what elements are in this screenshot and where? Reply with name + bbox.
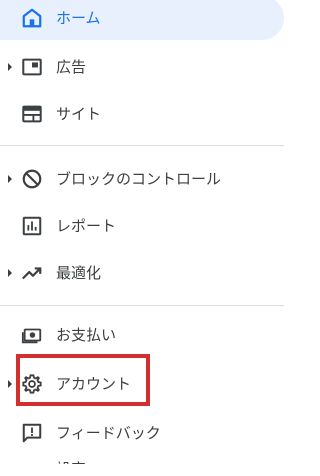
sidebar-item-settings-partial[interactable]: 設定 [56, 452, 86, 464]
sidebar-item-blocking[interactable]: ブロックのコントロール [0, 157, 284, 201]
sidebar-item-label: レポート [56, 217, 117, 236]
sidebar-item-label: 広告 [56, 58, 87, 77]
home-icon [21, 7, 43, 29]
sidebar-item-label: ホーム [56, 9, 101, 28]
block-icon [21, 168, 43, 190]
account-highlight-box [16, 354, 150, 406]
sidebar-item-optimization[interactable]: 最適化 [0, 251, 284, 295]
expand-caret-icon[interactable] [8, 63, 12, 71]
sidebar-item-label: お支払い [56, 326, 117, 345]
sidebar-item-feedback[interactable]: フィードバック [0, 411, 284, 455]
expand-caret-icon[interactable] [8, 380, 12, 388]
feedback-icon [21, 422, 43, 444]
sidebar-item-reports[interactable]: レポート [0, 204, 284, 248]
sidebar-item-ads[interactable]: 広告 [0, 45, 284, 89]
sidebar-item-payments[interactable]: お支払い [0, 313, 284, 357]
payments-icon [21, 324, 43, 346]
expand-caret-icon[interactable] [8, 175, 12, 183]
divider [0, 145, 284, 146]
sites-icon [21, 103, 43, 125]
reports-icon [21, 215, 43, 237]
sidebar-item-label: ブロックのコントロール [56, 170, 222, 189]
expand-caret-icon[interactable] [8, 269, 12, 277]
sidebar-item-label: 最適化 [56, 264, 102, 283]
sidebar-item-home[interactable]: ホーム [0, 0, 284, 40]
sidebar-item-label: 設定 [56, 458, 86, 464]
sidebar-item-sites[interactable]: サイト [0, 92, 284, 136]
divider [0, 305, 284, 306]
sidebar-item-label: サイト [56, 105, 102, 124]
sidebar-item-label: フィードバック [56, 424, 161, 443]
ads-icon [21, 56, 43, 78]
trending-up-icon [21, 262, 43, 284]
sidebar-nav: ホーム 広告 サイト ブロックのコントロール レポート 最適化 お支払い アカウ… [0, 0, 284, 476]
